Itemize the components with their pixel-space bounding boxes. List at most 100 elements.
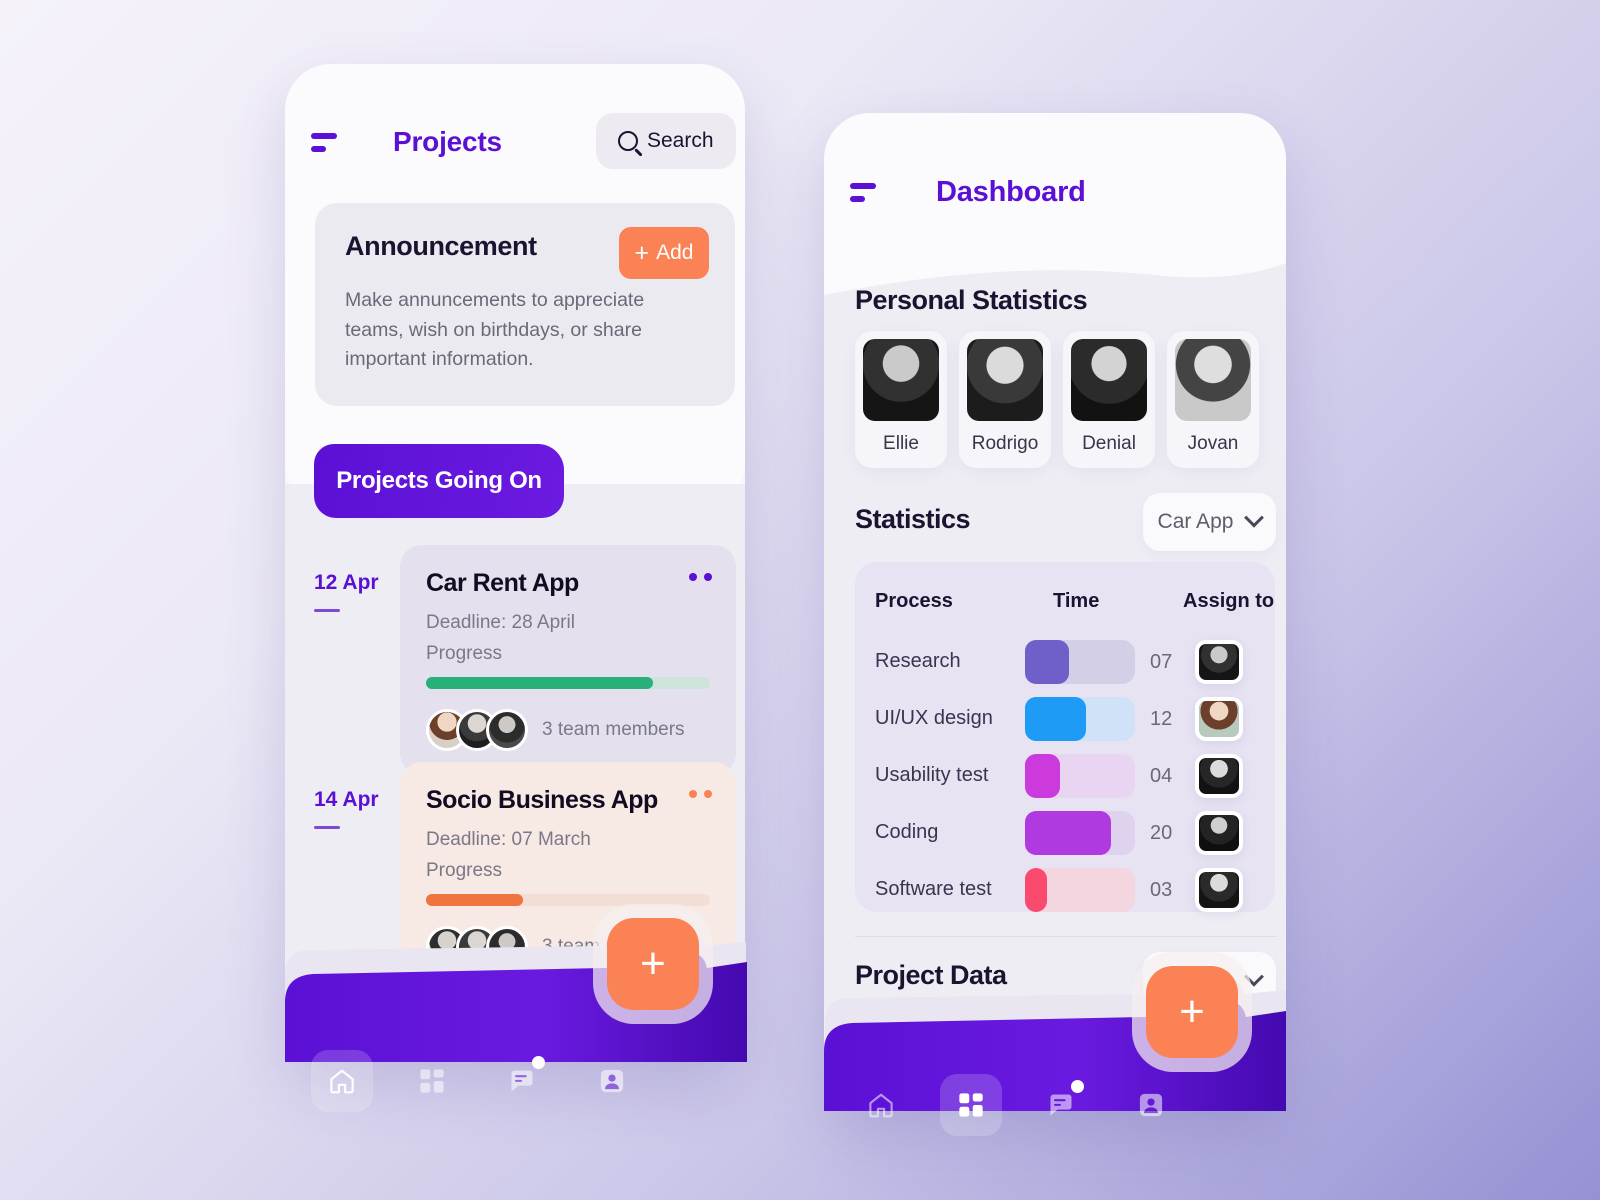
nav-grid[interactable] <box>401 1050 463 1112</box>
announcement-card: Announcement + Add Make annuncements to … <box>315 203 735 406</box>
row-time-value: 03 <box>1150 879 1173 901</box>
hamburger-icon[interactable] <box>850 183 876 202</box>
search-icon <box>618 131 638 151</box>
avatar <box>863 339 939 421</box>
progress-track <box>426 677 710 689</box>
project-name: Car Rent App <box>426 569 579 597</box>
person-card[interactable]: Ellie <box>855 331 947 468</box>
avatar <box>1175 339 1251 421</box>
row-time-track <box>1025 697 1135 741</box>
row-time-fill <box>1025 697 1086 741</box>
table-row[interactable]: Coding 20 <box>855 811 1275 855</box>
grid-icon <box>420 1069 444 1093</box>
nav-profile[interactable] <box>581 1050 643 1112</box>
add-label: Add <box>656 241 694 264</box>
row-assignee-avatar[interactable] <box>1195 697 1243 741</box>
message-icon <box>511 1070 533 1092</box>
row-process: Coding <box>875 821 939 843</box>
project-date: 12 Apr <box>314 571 394 612</box>
home-icon <box>330 1069 354 1094</box>
row-assignee-avatar[interactable] <box>1195 811 1243 855</box>
column-header-assign: Assign to <box>1183 590 1275 612</box>
nav-messages[interactable] <box>491 1050 553 1112</box>
nav-home[interactable] <box>850 1074 912 1136</box>
right-header: Dashboard <box>850 176 1086 209</box>
table-row[interactable]: Usability test 04 <box>855 754 1275 798</box>
page-title: Projects <box>393 126 502 157</box>
project-menu-icon[interactable] <box>689 790 712 798</box>
project-deadline: Deadline: 07 March <box>426 829 591 850</box>
row-time-value: 07 <box>1150 651 1173 673</box>
plus-icon: + <box>640 939 666 988</box>
person-card[interactable]: Rodrigo <box>959 331 1051 468</box>
personal-statistics-title: Personal Statistics <box>855 285 1088 315</box>
project-name: Socio Business App <box>426 786 658 814</box>
row-process: Software test <box>875 878 992 900</box>
row-time-value: 12 <box>1150 708 1173 730</box>
person-name: Ellie <box>883 433 919 454</box>
row-time-value: 20 <box>1150 822 1173 844</box>
left-header: Projects <box>311 126 502 158</box>
project-date: 14 Apr <box>314 788 394 829</box>
project-date-label: 14 Apr <box>314 788 379 811</box>
add-fab-button[interactable]: + <box>607 918 699 1010</box>
avatar <box>967 339 1043 421</box>
add-fab-button[interactable]: + <box>1146 966 1238 1058</box>
chevron-down-icon <box>1244 507 1265 528</box>
nav-grid[interactable] <box>940 1074 1002 1136</box>
person-name: Denial <box>1082 433 1136 454</box>
statistics-table: Process Time Assign to Research 07 UI/UX… <box>855 562 1275 912</box>
project-date-label: 12 Apr <box>314 571 379 594</box>
project-menu-icon[interactable] <box>689 573 712 581</box>
personal-statistics-list: Ellie Rodrigo Denial Jovan <box>855 331 1259 468</box>
row-assignee-avatar[interactable] <box>1195 754 1243 798</box>
table-row[interactable]: Research 07 <box>855 640 1275 684</box>
person-card[interactable]: Denial <box>1063 331 1155 468</box>
date-dash <box>314 826 340 829</box>
search-button[interactable]: Search <box>596 113 736 169</box>
row-time-fill <box>1025 868 1047 912</box>
row-time-track <box>1025 811 1135 855</box>
nav-messages[interactable] <box>1030 1074 1092 1136</box>
search-label: Search <box>647 129 714 152</box>
profile-icon <box>1139 1093 1163 1117</box>
grid-icon <box>959 1093 983 1117</box>
date-dash <box>314 609 340 612</box>
row-time-fill <box>1025 811 1111 855</box>
row-time-track <box>1025 640 1135 684</box>
plus-icon: + <box>634 238 650 267</box>
progress-label: Progress <box>426 860 503 881</box>
person-name: Jovan <box>1187 433 1239 454</box>
nav-home[interactable] <box>311 1050 373 1112</box>
row-assignee-avatar[interactable] <box>1195 640 1243 684</box>
project-members: 3 team members <box>426 709 710 751</box>
statistics-filter-value: Car App <box>1157 510 1234 533</box>
table-row[interactable]: Software test 03 <box>855 868 1275 912</box>
row-assignee-avatar[interactable] <box>1195 868 1243 912</box>
message-icon <box>1050 1094 1072 1116</box>
row-time-track <box>1025 868 1135 912</box>
nav-profile[interactable] <box>1120 1074 1182 1136</box>
row-process: Usability test <box>875 764 989 786</box>
hamburger-icon[interactable] <box>311 132 337 152</box>
project-card[interactable]: Car Rent App Deadline: 28 April Progress… <box>400 545 736 775</box>
message-badge <box>532 1056 545 1069</box>
statistics-filter-dropdown[interactable]: Car App <box>1143 493 1276 551</box>
person-card[interactable]: Jovan <box>1167 331 1259 468</box>
progress-fill <box>426 677 654 689</box>
row-process: UI/UX design <box>875 707 993 729</box>
column-header-process: Process <box>875 590 953 612</box>
avatar <box>486 709 528 751</box>
table-row[interactable]: UI/UX design 12 <box>855 697 1275 741</box>
row-process: Research <box>875 650 961 672</box>
row-time-fill <box>1025 754 1061 798</box>
row-time-value: 04 <box>1150 765 1173 787</box>
plus-icon: + <box>1179 987 1205 1036</box>
column-header-time: Time <box>1053 590 1100 612</box>
announcement-body: Make annuncements to appreciate teams, w… <box>345 289 645 371</box>
row-time-fill <box>1025 640 1069 684</box>
projects-going-on-pill[interactable]: Projects Going On <box>314 444 564 518</box>
members-count: 3 team members <box>542 719 685 740</box>
add-announcement-button[interactable]: + Add <box>619 227 709 279</box>
statistics-title: Statistics <box>855 504 971 534</box>
